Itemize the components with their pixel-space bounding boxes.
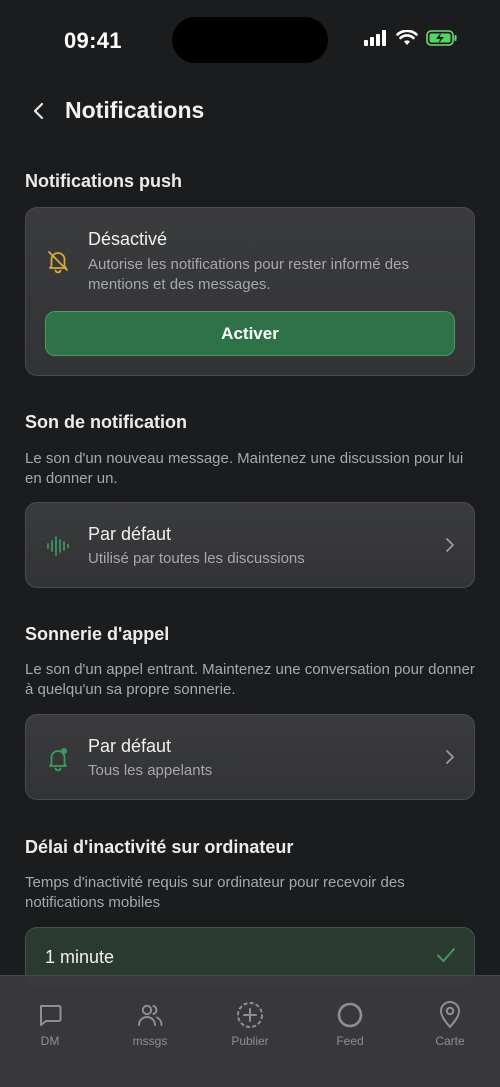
sound-wave-icon [44, 532, 72, 560]
tab-label: Carte [435, 1034, 465, 1048]
tab-feed[interactable]: Feed [300, 976, 400, 1056]
tab-carte[interactable]: Carte [400, 976, 500, 1056]
circle-icon [335, 1000, 365, 1030]
tab-label: Publier [231, 1034, 269, 1048]
back-button[interactable] [24, 96, 54, 126]
sound-section-title: Son de notification [25, 412, 187, 432]
idle-section-description: Temps d'inactivité requis sur ordinateur… [25, 874, 405, 911]
ringtone-section-description: Le son d'un appel entrant. Maintenez une… [25, 661, 475, 698]
tab-dm[interactable]: DM [0, 976, 100, 1056]
push-status-title: Désactivé [88, 229, 168, 249]
ringtone-row[interactable]: Par défaut Tous les appelants [25, 714, 475, 800]
sound-section-description: Le son d'un nouveau message. Maintenez u… [25, 450, 464, 487]
chevron-right-icon [442, 745, 458, 769]
chevron-right-icon [442, 533, 458, 557]
chevron-left-icon [33, 102, 44, 120]
idle-option-label: 1 minute [45, 947, 115, 967]
status-time: 09:41 [64, 28, 122, 53]
notification-sound-row[interactable]: Par défaut Utilisé par toutes les discus… [25, 502, 475, 588]
activate-button[interactable]: Activer [45, 311, 455, 356]
push-section-title: Notifications push [25, 171, 182, 191]
ringtone-item-title: Par défaut [88, 736, 172, 756]
idle-section-title: Délai d'inactivité sur ordinateur [25, 837, 294, 857]
bell-off-icon [44, 247, 72, 275]
page-title: Notifications [65, 97, 205, 123]
nav-bar: Notifications [0, 86, 500, 136]
tab-bar: DM mssgs Publier Feed Carte [0, 975, 500, 1087]
plus-circle-icon [235, 1000, 265, 1030]
map-pin-icon [435, 1000, 465, 1030]
cellular-signal-icon [364, 30, 388, 51]
wifi-icon [396, 29, 418, 51]
tab-label: Feed [336, 1034, 364, 1048]
dynamic-island [172, 17, 328, 63]
ringtone-item-subtitle: Tous les appelants [88, 762, 213, 779]
tab-mssgs[interactable]: mssgs [100, 976, 200, 1056]
chat-bubble-icon [35, 1000, 65, 1030]
checkmark-icon [436, 945, 456, 970]
bell-icon [44, 745, 72, 773]
tab-label: mssgs [132, 1034, 168, 1048]
people-icon [135, 1000, 165, 1030]
status-icons [364, 29, 458, 51]
push-status-card: Désactivé Autorise les notifications pou… [25, 207, 475, 376]
sound-item-title: Par défaut [88, 524, 172, 544]
sound-item-subtitle: Utilisé par toutes les discussions [88, 550, 305, 567]
tab-publier[interactable]: Publier [200, 976, 300, 1056]
push-status-description: Autorise les notifications pour rester i… [88, 256, 409, 293]
tab-label: DM [40, 1034, 60, 1048]
battery-charging-icon [426, 30, 458, 51]
status-bar: 09:41 [0, 0, 500, 80]
ringtone-section-title: Sonnerie d'appel [25, 624, 170, 644]
